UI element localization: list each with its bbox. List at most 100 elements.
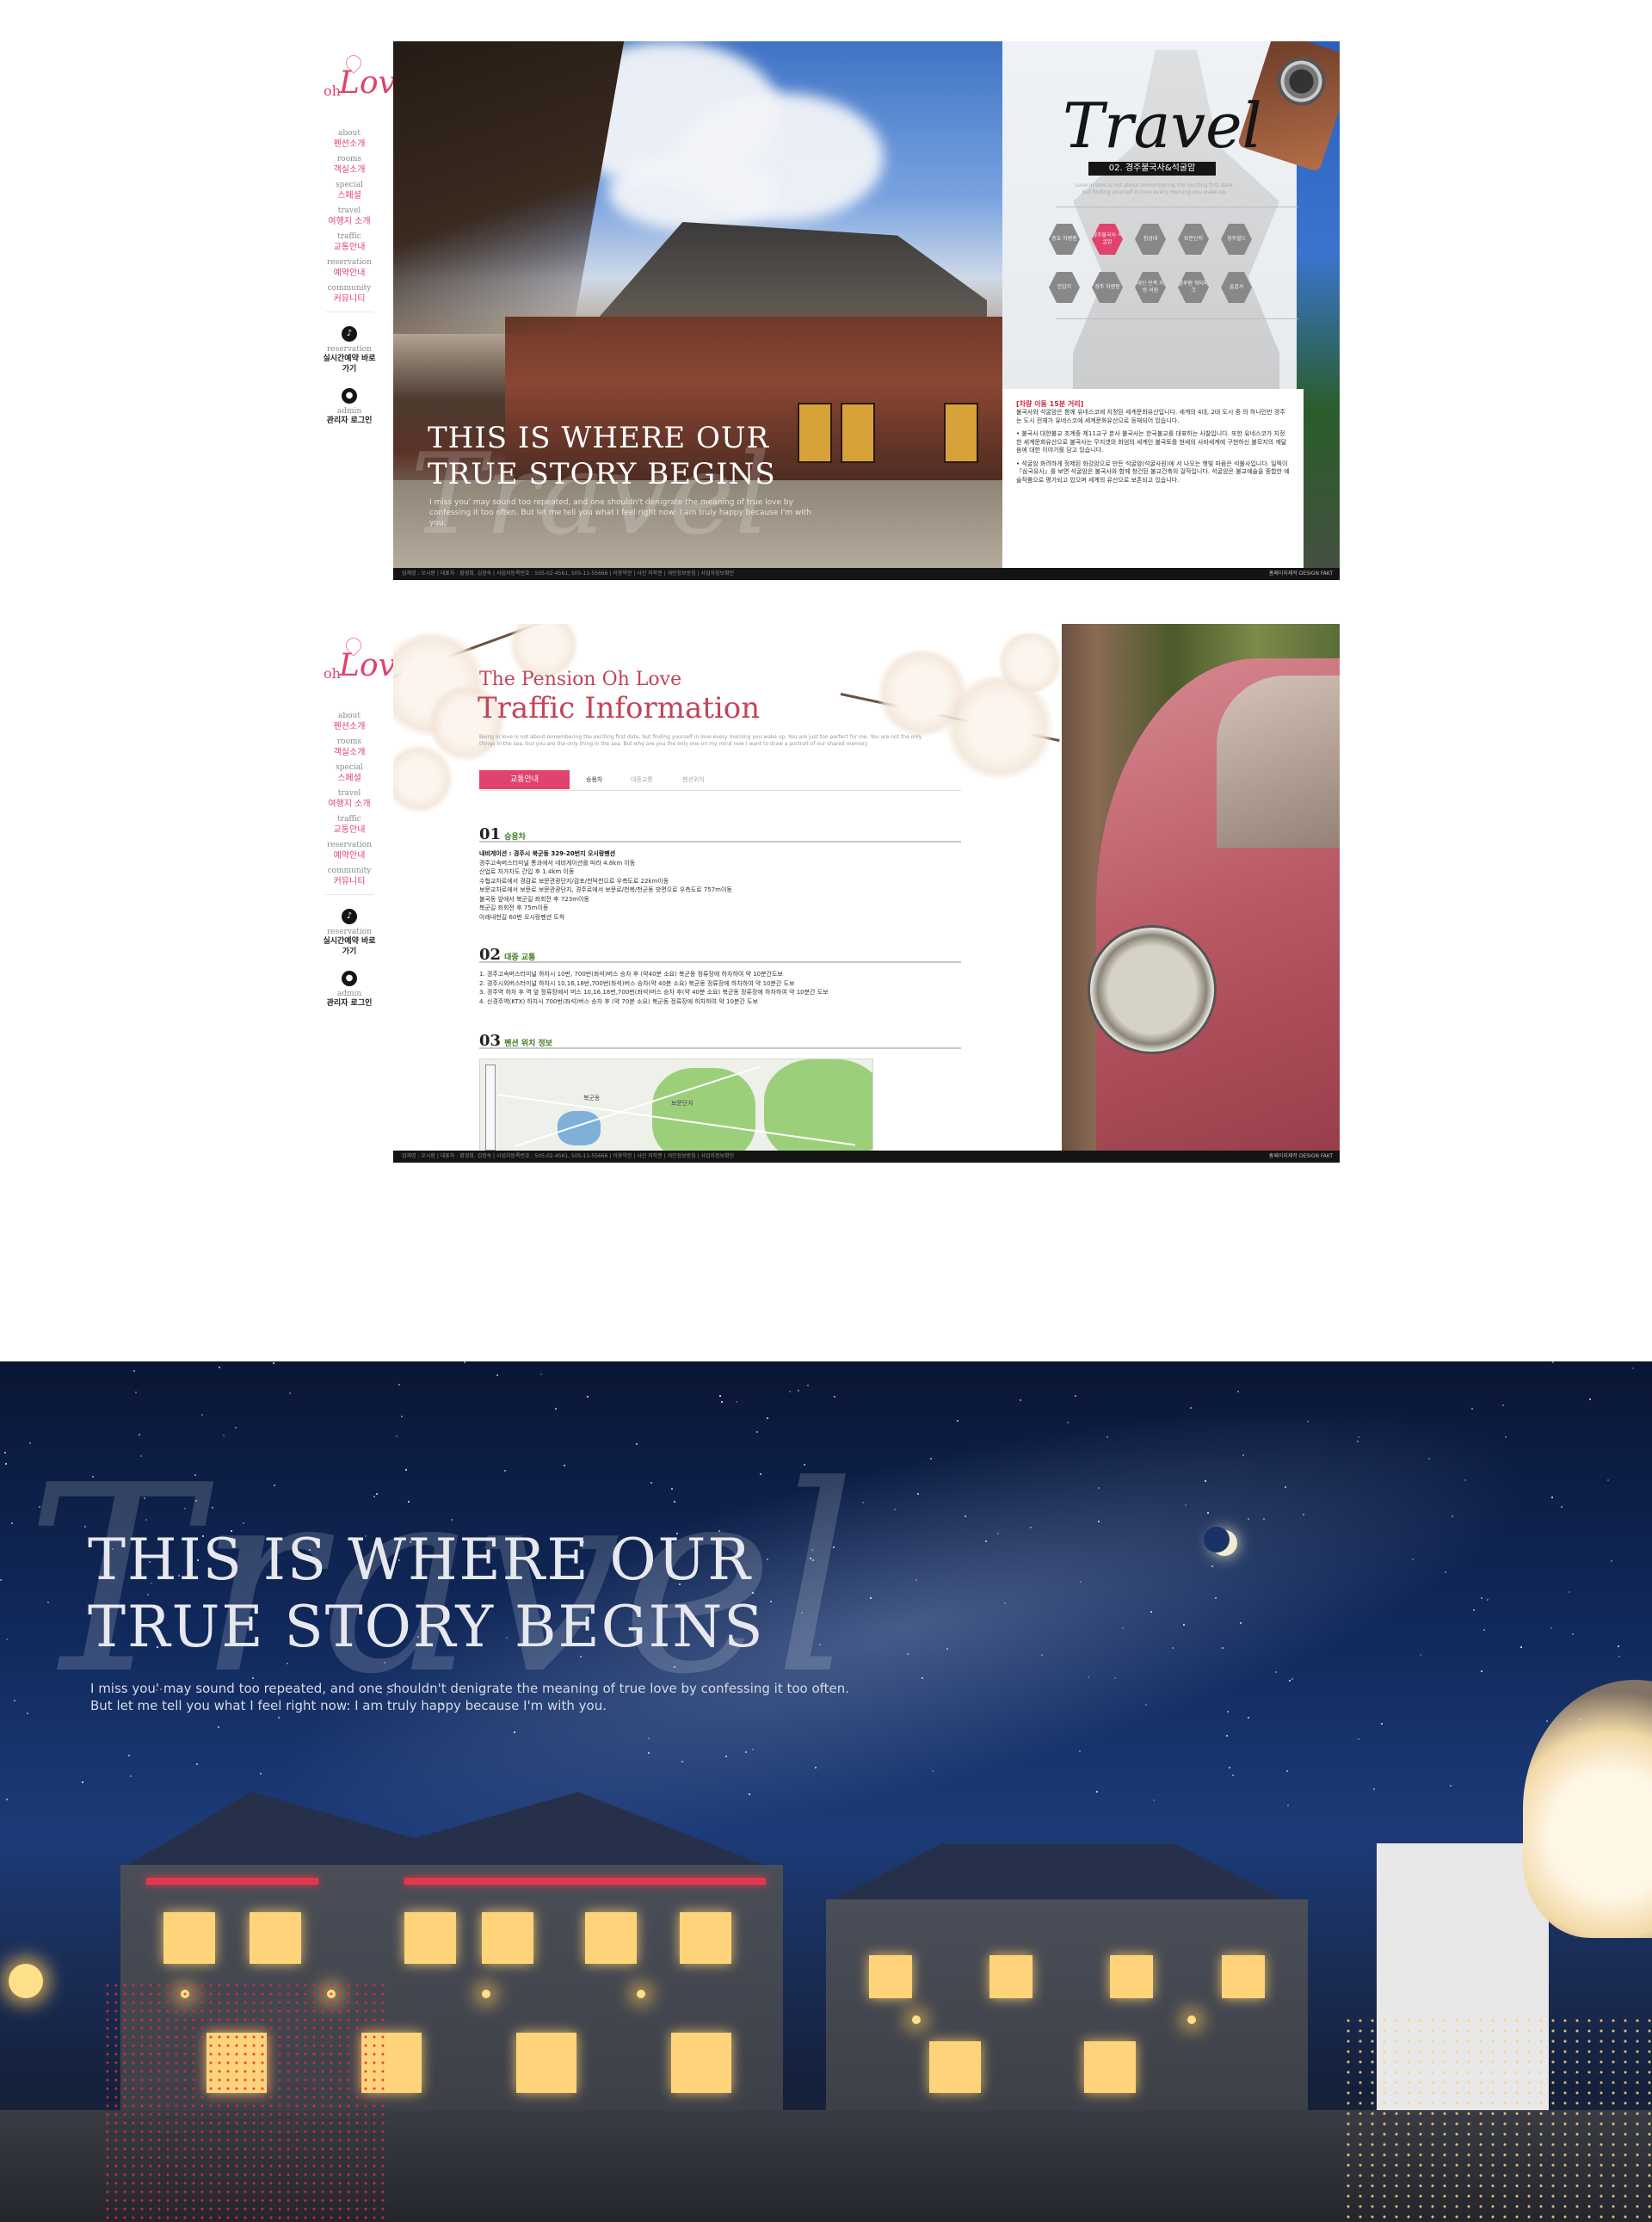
logo[interactable]: oh Love xyxy=(320,633,414,693)
star xyxy=(1205,1480,1206,1482)
star xyxy=(1106,1436,1108,1438)
star xyxy=(1450,1785,1452,1787)
nav-item-travel[interactable]: travel 여행지 소개 xyxy=(320,789,379,810)
headline-line: TRUE STORY BEGINS xyxy=(88,1594,765,1660)
star xyxy=(6,1639,8,1640)
star xyxy=(260,1773,262,1775)
star xyxy=(752,1749,754,1750)
lit-window xyxy=(869,1955,912,1998)
reservation-shortcut-button[interactable]: ♪ reservation 실시간예약 바로가기 xyxy=(320,909,379,957)
nav-item-special[interactable]: special 스페셜 xyxy=(320,763,379,784)
blossom xyxy=(996,633,1064,693)
travel-text-box: [차량 이동 15분 거리] 불국사와 석굴암은 함께 유네스코에 지정된 세계… xyxy=(1002,389,1304,568)
star xyxy=(798,1390,799,1392)
hex-item[interactable]: 첨성대 xyxy=(1135,224,1166,255)
star xyxy=(1358,1436,1359,1438)
star xyxy=(870,1597,872,1599)
hex-item[interactable]: 안압지 xyxy=(1049,272,1080,303)
reservation-shortcut-button[interactable]: ♪ reservation 실시간예약 바로가기 xyxy=(320,326,379,374)
hex-item[interactable]: 경주 차량원 xyxy=(1092,272,1123,303)
hex-item[interactable]: 보문단지 xyxy=(1178,224,1209,255)
footer-credit[interactable]: 홈페이지제작 DESIGN FAKT xyxy=(1269,1151,1333,1163)
star xyxy=(133,1370,135,1372)
lit-window xyxy=(163,1912,215,1964)
star xyxy=(1237,1391,1239,1392)
cloud xyxy=(608,153,780,231)
quick-ko: 관리자 로그인 xyxy=(326,999,373,1008)
text-paragraph: 불국사와 석굴암은 함께 유네스코에 지정된 세계문화유산입니다. 세계의 4대… xyxy=(1016,409,1285,424)
star xyxy=(1464,1479,1466,1481)
nav-item-about[interactable]: about 펜션소개 xyxy=(320,712,379,732)
transit-line: 3. 경주역 하차 후 역 앞 정류장에서 버스 10,16,18번,700번(… xyxy=(479,989,829,996)
star xyxy=(398,1384,400,1386)
nav-ko: 객실소개 xyxy=(333,748,366,757)
nav-ko: 예약안내 xyxy=(333,851,366,861)
nav-en: special xyxy=(336,181,363,189)
nav-ko: 교통안내 xyxy=(333,825,366,835)
lit-window xyxy=(929,2041,981,2093)
tab-location[interactable]: 펜션위치 xyxy=(682,770,705,789)
star xyxy=(1520,1646,1522,1648)
star xyxy=(1569,1591,1570,1593)
nav-item-traffic[interactable]: traffic 교통안내 xyxy=(320,232,379,253)
travel-desc: Love in love is not about remembering th… xyxy=(1075,182,1235,195)
nav-item-reservation[interactable]: reservation 예약안내 xyxy=(320,258,379,279)
user-icon: ● xyxy=(342,971,357,986)
nav-item-special[interactable]: special 스페셜 xyxy=(320,181,379,201)
nav-item-about[interactable]: about 펜션소개 xyxy=(320,129,379,150)
star xyxy=(1041,1654,1043,1656)
footer-credit[interactable]: 홈페이지제작 DESIGN FAKT xyxy=(1269,568,1333,580)
night-hero: Travel THIS IS WHERE OUR TRUE STORY BEGI… xyxy=(0,1361,1652,2222)
hex-menu-row1: 충효 차량원 경주불국사 석굴암 첨성대 보문단지 경주월드 xyxy=(1049,224,1304,258)
star xyxy=(135,1392,137,1393)
star xyxy=(4,1452,6,1454)
nav-ko: 예약안내 xyxy=(333,268,366,278)
hex-item[interactable]: 골굴사 xyxy=(1221,272,1252,303)
hex-item[interactable]: 블루원 워터파크 xyxy=(1178,272,1209,303)
section-num: 03 xyxy=(479,1032,502,1050)
hex-item[interactable]: 충효 차량원 xyxy=(1049,224,1080,255)
tab-transit[interactable]: 대중교통 xyxy=(631,770,653,789)
nav-item-reservation[interactable]: reservation 예약안내 xyxy=(320,841,379,861)
star xyxy=(1481,1597,1482,1599)
section-location-header: 03 펜션 위치 정보 xyxy=(479,1032,961,1050)
hex-item[interactable]: 경주월드 xyxy=(1221,224,1252,255)
roof-eave xyxy=(393,41,627,334)
star xyxy=(745,1751,747,1753)
location-map[interactable]: 북군동 보문단지 xyxy=(479,1059,873,1153)
star xyxy=(11,1522,13,1524)
star xyxy=(1373,1788,1375,1790)
lit-window xyxy=(680,1912,731,1964)
star xyxy=(555,1408,557,1410)
tab-traffic[interactable]: 교통안내 xyxy=(479,770,570,789)
map-zoom-control[interactable] xyxy=(485,1065,496,1151)
nav-item-rooms[interactable]: rooms 객실소개 xyxy=(320,738,379,758)
star xyxy=(1307,1421,1309,1423)
tab-car[interactable]: 승용차 xyxy=(586,770,602,789)
star xyxy=(1357,1441,1359,1442)
star xyxy=(648,1737,650,1739)
admin-login-button[interactable]: ● admin 관리자 로그인 xyxy=(320,971,379,1009)
star xyxy=(1190,1407,1192,1409)
star xyxy=(464,1361,465,1363)
footer: 업체명 : 오시랑 | 대표자 : 황영희, 김정숙 | 사업자등록번호 : 5… xyxy=(393,568,1340,580)
star xyxy=(1618,1656,1620,1657)
quick-en: admin xyxy=(336,407,362,416)
nav-en: reservation xyxy=(326,841,373,849)
hex-item[interactable]: 대신 민족 지방 서원 xyxy=(1135,272,1166,303)
star xyxy=(14,1700,15,1701)
logo[interactable]: oh Love xyxy=(320,50,414,110)
nav-item-travel[interactable]: travel 여행지 소개 xyxy=(320,207,379,227)
nav-item-traffic[interactable]: traffic 교통안내 xyxy=(320,815,379,836)
star xyxy=(1445,1571,1446,1573)
hex-item-active[interactable]: 경주불국사 석굴암 xyxy=(1092,224,1123,255)
music-note-icon: ♪ xyxy=(342,326,357,342)
nav-item-rooms[interactable]: rooms 객실소개 xyxy=(320,155,379,176)
nav-item-community[interactable]: community 커뮤니티 xyxy=(320,284,379,305)
nav-item-community[interactable]: community 커뮤니티 xyxy=(320,867,379,887)
admin-login-button[interactable]: ● admin 관리자 로그인 xyxy=(320,388,379,426)
transit-line: 2. 경주시외버스터미널 하차시 10,16,18번,700번(좌석)버스 승차… xyxy=(479,979,795,987)
star xyxy=(1611,1560,1612,1562)
garden-lamp xyxy=(9,1964,43,1998)
star xyxy=(862,1502,864,1503)
